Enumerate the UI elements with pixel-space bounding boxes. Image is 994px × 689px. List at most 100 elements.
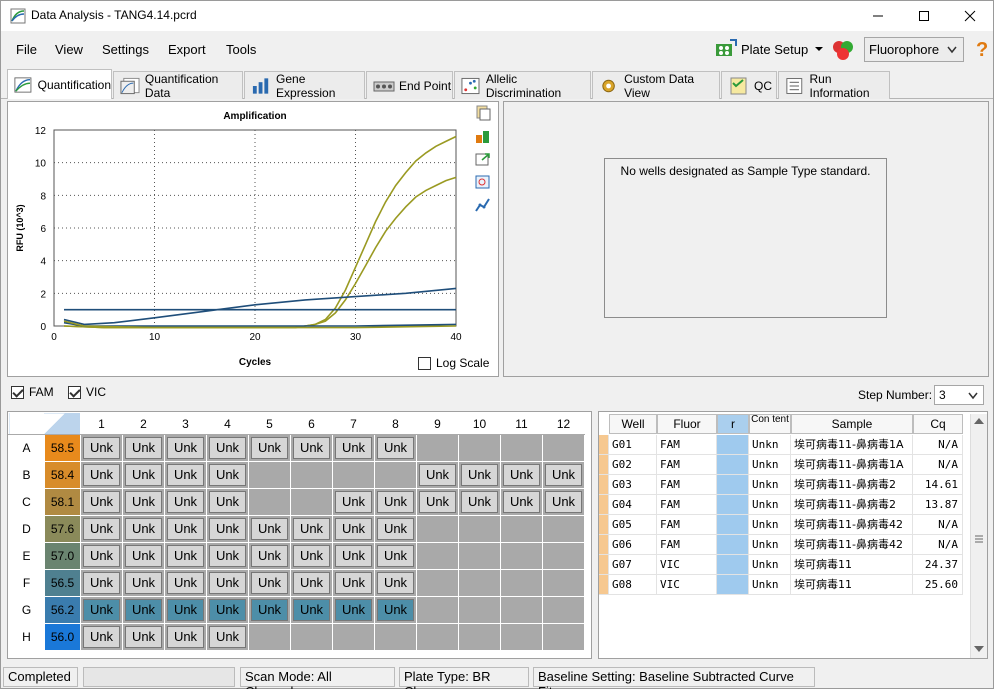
plate-column-header[interactable]: 12 xyxy=(542,412,585,435)
plate-well[interactable] xyxy=(458,596,501,624)
export-chart-icon[interactable] xyxy=(475,151,491,167)
plate-well[interactable]: Unk xyxy=(248,515,291,543)
plate-column-header[interactable]: 1 xyxy=(80,412,123,435)
plate-well[interactable]: Unk xyxy=(374,488,417,516)
plate-well[interactable]: Unk xyxy=(374,434,417,462)
plate-well[interactable]: Unk xyxy=(458,488,501,516)
table-row[interactable]: G01 FAM Unkn 埃可病毒11-鼻病毒1A N/A xyxy=(599,435,969,455)
plate-well[interactable]: Unk xyxy=(332,596,375,624)
plate-well[interactable] xyxy=(500,515,543,543)
plate-well[interactable]: Unk xyxy=(290,569,333,597)
plate-well[interactable]: Unk xyxy=(122,542,165,570)
tab-gene-expression[interactable]: Gene Expression xyxy=(244,71,365,100)
fam-check-box[interactable] xyxy=(11,385,24,399)
plate-well[interactable]: Unk xyxy=(374,542,417,570)
plate-column-header[interactable]: 9 xyxy=(416,412,459,435)
plate-well[interactable] xyxy=(458,542,501,570)
plate-well[interactable]: Unk xyxy=(206,488,249,516)
plate-well[interactable] xyxy=(542,515,585,543)
grid-header-5[interactable]: Cq xyxy=(913,414,963,434)
plate-well[interactable] xyxy=(248,488,291,516)
table-row[interactable]: G08 VIC Unkn 埃可病毒11 25.60 xyxy=(599,575,969,595)
grid-header-3[interactable]: Con tent xyxy=(749,414,791,434)
menu-file[interactable]: File xyxy=(16,42,37,57)
chart-tools-icon[interactable] xyxy=(475,128,491,144)
plate-well[interactable]: Unk xyxy=(80,596,123,624)
plate-well[interactable]: Unk xyxy=(164,623,207,651)
row-selector[interactable] xyxy=(599,575,609,595)
plate-column-header[interactable]: 11 xyxy=(500,412,543,435)
plate-well[interactable] xyxy=(416,623,459,651)
plate-well[interactable]: Unk xyxy=(290,542,333,570)
menu-tools[interactable]: Tools xyxy=(226,42,256,57)
table-row[interactable]: G04 FAM Unkn 埃可病毒11-鼻病毒2 13.87 xyxy=(599,495,969,515)
plate-well[interactable] xyxy=(290,488,333,516)
plate-well[interactable]: Unk xyxy=(122,488,165,516)
plate-well[interactable]: Unk xyxy=(248,569,291,597)
plate-well[interactable]: Unk xyxy=(206,569,249,597)
fam-filter-checkbox[interactable]: FAM xyxy=(11,385,54,399)
fluorophore-color-icon[interactable] xyxy=(830,38,856,62)
plate-well[interactable] xyxy=(542,623,585,651)
plate-well[interactable]: Unk xyxy=(164,515,207,543)
minimize-button[interactable] xyxy=(855,1,901,31)
tab-allelic-discrimination[interactable]: Allelic Discrimination xyxy=(454,71,591,100)
plate-well[interactable]: Unk xyxy=(164,596,207,624)
plate-well[interactable]: Unk xyxy=(542,488,585,516)
vic-check-box[interactable] xyxy=(68,385,81,399)
tab-custom-data-view[interactable]: Custom Data View xyxy=(592,71,720,100)
plate-row-header[interactable]: H xyxy=(8,623,45,651)
plate-well[interactable] xyxy=(458,623,501,651)
row-selector[interactable] xyxy=(599,435,609,455)
plate-well[interactable]: Unk xyxy=(206,542,249,570)
fluorophore-dropdown[interactable]: Fluorophore xyxy=(864,37,964,62)
plate-well[interactable]: Unk xyxy=(164,542,207,570)
plate-well[interactable]: Unk xyxy=(290,596,333,624)
tab-quantification-data[interactable]: Quantification Data xyxy=(113,71,243,100)
step-number-dropdown[interactable]: 3 xyxy=(934,385,984,405)
plate-well[interactable] xyxy=(290,623,333,651)
plate-row-header[interactable]: B xyxy=(8,461,45,489)
plate-column-header[interactable]: 6 xyxy=(290,412,333,435)
plate-well[interactable]: Unk xyxy=(122,515,165,543)
plate-well[interactable]: Unk xyxy=(206,515,249,543)
plate-well[interactable]: Unk xyxy=(164,434,207,462)
plate-well[interactable] xyxy=(248,461,291,489)
vic-filter-checkbox[interactable]: VIC xyxy=(68,385,106,399)
plate-well[interactable]: Unk xyxy=(206,461,249,489)
plate-well[interactable]: Unk xyxy=(80,488,123,516)
plate-well[interactable]: Unk xyxy=(164,569,207,597)
plate-well[interactable]: Unk xyxy=(458,461,501,489)
tab-quantification[interactable]: Quantification xyxy=(7,69,112,99)
plate-row-header[interactable]: F xyxy=(8,569,45,597)
plate-column-header[interactable]: 3 xyxy=(164,412,207,435)
plate-well[interactable]: Unk xyxy=(542,461,585,489)
plate-well[interactable]: Unk xyxy=(500,488,543,516)
plate-well[interactable]: Unk xyxy=(290,515,333,543)
plate-well[interactable]: Unk xyxy=(80,461,123,489)
row-selector[interactable] xyxy=(599,515,609,535)
row-selector[interactable] xyxy=(599,495,609,515)
plate-row-header[interactable]: C xyxy=(8,488,45,516)
plate-column-header[interactable]: 8 xyxy=(374,412,417,435)
plate-well[interactable]: Unk xyxy=(206,623,249,651)
maximize-button[interactable] xyxy=(901,1,947,31)
plate-well[interactable] xyxy=(416,542,459,570)
plate-well[interactable] xyxy=(458,569,501,597)
plate-well[interactable]: Unk xyxy=(374,569,417,597)
table-row[interactable]: G03 FAM Unkn 埃可病毒11-鼻病毒2 14.61 xyxy=(599,475,969,495)
plate-well[interactable]: Unk xyxy=(248,434,291,462)
table-row[interactable]: G07 VIC Unkn 埃可病毒11 24.37 xyxy=(599,555,969,575)
plate-well[interactable] xyxy=(290,461,333,489)
grid-header-1[interactable]: Fluor xyxy=(657,414,717,434)
plate-column-header[interactable]: 4 xyxy=(206,412,249,435)
plate-well[interactable] xyxy=(542,569,585,597)
plate-well[interactable]: Unk xyxy=(80,623,123,651)
close-button[interactable] xyxy=(947,1,993,31)
grid-header-2[interactable]: r xyxy=(717,414,749,434)
plate-well[interactable]: Unk xyxy=(332,515,375,543)
plate-well[interactable]: Unk xyxy=(122,623,165,651)
plate-well[interactable]: Unk xyxy=(80,434,123,462)
plate-well[interactable]: Unk xyxy=(122,461,165,489)
plate-column-header[interactable]: 7 xyxy=(332,412,375,435)
